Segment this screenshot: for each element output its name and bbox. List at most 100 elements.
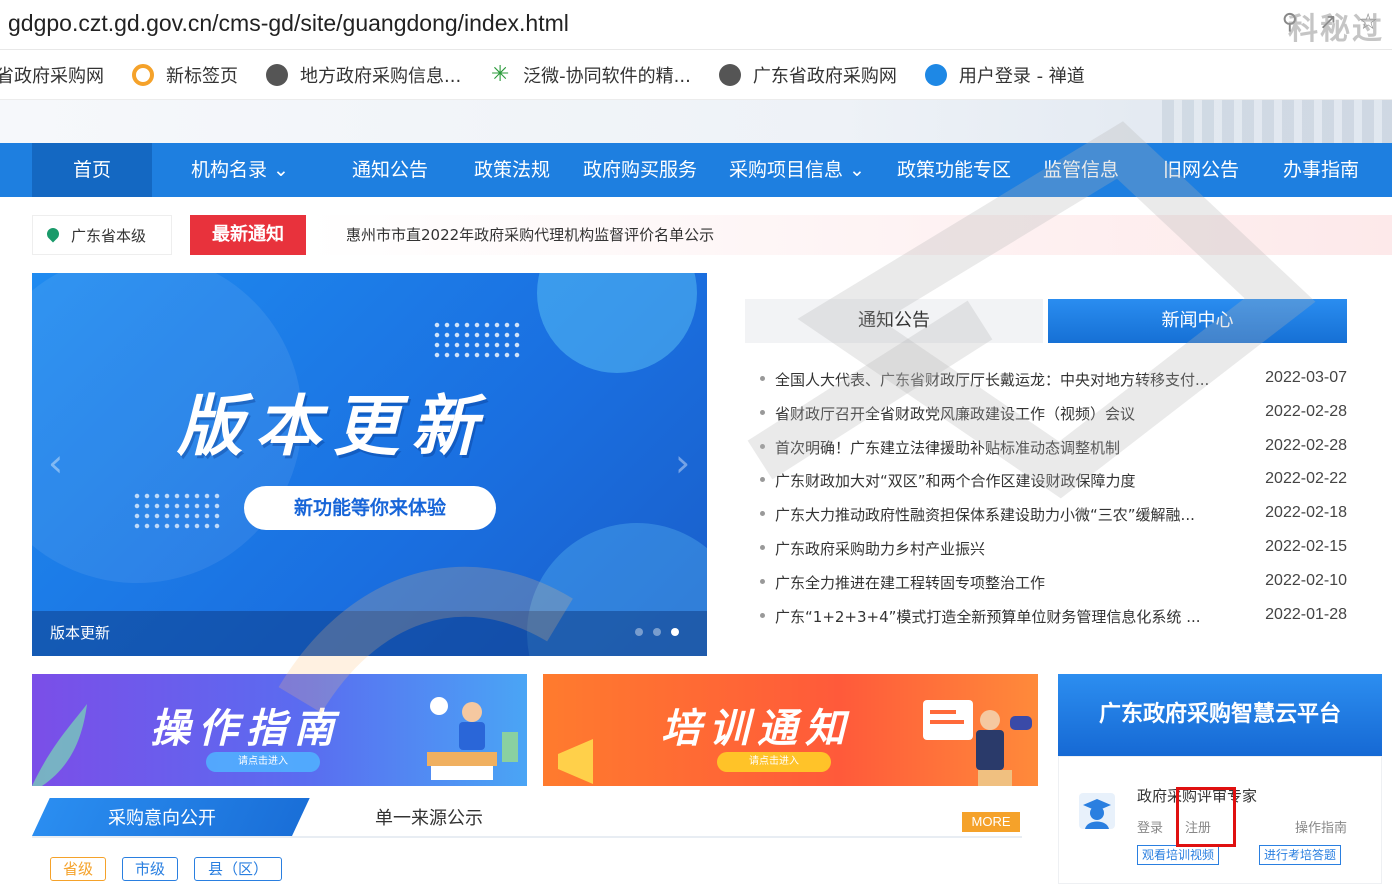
- bookmark-newtab[interactable]: 新标签页: [132, 62, 238, 88]
- tab-single-source[interactable]: 单一来源公示: [375, 804, 483, 830]
- news-item[interactable]: 省财政厅召开全省财政党风廉政建设工作（视频）会议 2022-02-28: [760, 396, 1350, 430]
- latest-notice-link[interactable]: 惠州市市直2022年政府采购代理机构监督评价名单公示: [346, 226, 714, 244]
- nav-gov-purchase-service[interactable]: 政府购买服务: [578, 143, 702, 197]
- exam-quiz-button[interactable]: 进行考培答题: [1259, 845, 1342, 865]
- bookmark-gd-procurement[interactable]: 广东省政府采购网: [718, 62, 897, 88]
- carousel-title: 版本更新: [177, 388, 489, 465]
- nav-notices[interactable]: 通知公告: [340, 143, 440, 197]
- more-button[interactable]: MORE: [962, 812, 1020, 832]
- news-item[interactable]: 全国人大代表、广东省财政厅厅长戴运龙：中央对地方转移支付... 2022-03-0…: [760, 362, 1350, 396]
- nav-guide[interactable]: 办事指南: [1274, 143, 1368, 197]
- news-item[interactable]: 首次明确！广东建立法律援助补贴标准动态调整机制 2022-02-28: [760, 430, 1350, 464]
- bookmark-weaver[interactable]: ✳ 泛微-协同软件的精...: [489, 62, 691, 88]
- promo-title: 操作指南: [150, 706, 342, 752]
- latest-notice-bar: 惠州市市直2022年政府采购代理机构监督评价名单公示: [306, 215, 1392, 255]
- decor-dots: [132, 491, 222, 531]
- news-item[interactable]: 广东大力推动政府性融资担保体系建设助力小微“三农”缓解融... 2022-02-1…: [760, 497, 1350, 531]
- promo-enter-button[interactable]: 请点击进入: [206, 752, 320, 772]
- news-title[interactable]: 广东财政加大对“双区”和两个合作区建设财政保障力度: [775, 470, 1235, 491]
- tab-news-center[interactable]: 新闻中心: [1048, 299, 1347, 343]
- carousel-next-icon[interactable]: ›: [675, 443, 693, 483]
- carousel-caption-text: 版本更新: [50, 624, 111, 642]
- nav-policies[interactable]: 政策法规: [462, 143, 562, 197]
- weaver-icon: ✳: [490, 61, 510, 87]
- news-item[interactable]: 广东财政加大对“双区”和两个合作区建设财政保障力度 2022-02-22: [760, 463, 1350, 497]
- tab-procurement-intent[interactable]: 采购意向公开: [108, 804, 216, 830]
- promo-training-notice[interactable]: 培训通知 请点击进入: [543, 674, 1038, 786]
- carousel-pagination: [625, 621, 679, 640]
- bookmark-label: 省政府采购网: [0, 65, 104, 87]
- filter-chip-county[interactable]: 县（区）: [194, 857, 282, 881]
- news-tabs: 通知公告 新闻中心: [745, 299, 1347, 345]
- graduate-avatar-icon: [1079, 793, 1115, 829]
- latest-notice-badge: 最新通知: [190, 215, 306, 255]
- hero-carousel[interactable]: 版本更新 新功能等你来体验 ‹ › 版本更新: [32, 273, 707, 656]
- bookmark-label: 广东省政府采购网: [752, 65, 897, 87]
- bookmark-gdgpo[interactable]: 省政府采购网: [0, 62, 104, 88]
- news-title[interactable]: 首次明确！广东建立法律援助补贴标准动态调整机制: [775, 437, 1235, 458]
- zentao-icon: [924, 63, 947, 86]
- expert-login-link[interactable]: 登录: [1137, 817, 1163, 836]
- carousel-caption: 版本更新: [32, 611, 707, 656]
- nav-supervision[interactable]: 监管信息: [1034, 143, 1128, 197]
- expert-guide-link[interactable]: 操作指南: [1295, 817, 1347, 836]
- carousel-dot[interactable]: [653, 628, 661, 636]
- bookmark-local-procurement[interactable]: 地方政府采购信息...: [266, 62, 461, 88]
- filter-chip-province[interactable]: 省级: [50, 857, 106, 881]
- city-skyline-image: [1162, 100, 1392, 143]
- decor-dots: [432, 320, 522, 360]
- bookmark-label: 新标签页: [166, 65, 238, 87]
- watch-training-video-button[interactable]: 观看培训视频: [1137, 845, 1220, 865]
- news-item[interactable]: 广东“1+2+3+4”模式打造全新预算单位财务管理信息化系统 ... 2022-0…: [760, 599, 1350, 633]
- bullet-icon: [760, 443, 765, 449]
- news-date: 2022-02-22: [1265, 470, 1347, 488]
- bullet-icon: [760, 511, 765, 517]
- bookmarks-bar: 省政府采购网 新标签页 地方政府采购信息... ✳ 泛微-协同软件的精... 广…: [0, 50, 1392, 100]
- news-title[interactable]: 广东大力推动政府性融资担保体系建设助力小微“三农”缓解融...: [775, 504, 1235, 525]
- news-title[interactable]: 广东全力推进在建工程转固专项整治工作: [775, 572, 1235, 593]
- carousel-prev-icon[interactable]: ‹: [48, 443, 66, 483]
- chevron-down-icon: ⌄: [843, 159, 865, 181]
- news-date: 2022-01-28: [1265, 605, 1347, 623]
- globe-icon: [266, 63, 288, 86]
- news-title[interactable]: 全国人大代表、广东省财政厅厅长戴运龙：中央对地方转移支付...: [775, 369, 1235, 390]
- url-text[interactable]: gdgpo.czt.gd.gov.cn/cms-gd/site/guangdon…: [8, 10, 569, 37]
- cloud-platform-banner[interactable]: 广东政府采购智慧云平台: [1058, 674, 1382, 756]
- news-date: 2022-02-28: [1265, 402, 1347, 420]
- header-banner: [0, 100, 1392, 143]
- news-title[interactable]: 省财政厅召开全省财政党风廉政建设工作（视频）会议: [775, 403, 1235, 424]
- address-bar[interactable]: gdgpo.czt.gd.gov.cn/cms-gd/site/guangdon…: [0, 0, 1392, 50]
- presenter-illustration: [923, 700, 1032, 786]
- nav-policy-function-zone[interactable]: 政策功能专区: [892, 143, 1016, 197]
- nav-procurement-projects[interactable]: 采购项目信息 ⌄: [722, 143, 872, 197]
- news-date: 2022-02-18: [1265, 504, 1347, 522]
- bookmark-zentao[interactable]: 用户登录 - 禅道: [924, 62, 1085, 88]
- filter-chip-city[interactable]: 市级: [122, 857, 178, 881]
- promo-enter-button[interactable]: 请点击进入: [717, 752, 831, 772]
- news-title[interactable]: 广东“1+2+3+4”模式打造全新预算单位财务管理信息化系统 ...: [775, 606, 1235, 627]
- tab-notices[interactable]: 通知公告: [745, 299, 1043, 343]
- nav-old-notices[interactable]: 旧网公告: [1154, 143, 1248, 197]
- news-title[interactable]: 广东政府采购助力乡村产业振兴: [775, 538, 1235, 559]
- news-item[interactable]: 广东政府采购助力乡村产业振兴 2022-02-15: [760, 531, 1350, 565]
- carousel-dot[interactable]: [635, 628, 643, 636]
- carousel-dot-active[interactable]: [671, 628, 679, 636]
- promo-title: 培训通知: [661, 706, 853, 752]
- location-selector[interactable]: 广东省本级: [32, 215, 172, 255]
- chevron-down-icon: ⌄: [267, 159, 289, 181]
- news-item[interactable]: 广东全力推进在建工程转固专项整治工作 2022-02-10: [760, 565, 1350, 599]
- promo-operation-guide[interactable]: 操作指南 请点击进入: [32, 674, 527, 786]
- decor-circle: [537, 273, 697, 373]
- person-reading-illustration: [427, 697, 518, 780]
- bullet-icon: [760, 612, 765, 618]
- watermark-text: 科秘过: [1288, 12, 1384, 47]
- bullet-icon: [760, 545, 765, 550]
- bookmark-label: 地方政府采购信息...: [300, 65, 462, 87]
- carousel-cta-button[interactable]: 新功能等你来体验: [244, 486, 496, 530]
- nav-agency-directory[interactable]: 机构名录 ⌄: [180, 143, 300, 197]
- leaf-decoration: [32, 704, 87, 786]
- bookmark-label: 用户登录 - 禅道: [958, 65, 1085, 87]
- newtab-icon: [132, 63, 154, 86]
- main-nav: 首页 机构名录 ⌄ 通知公告 政策法规 政府购买服务 采购项目信息 ⌄ 政策功能…: [0, 143, 1392, 197]
- nav-home[interactable]: 首页: [32, 143, 152, 197]
